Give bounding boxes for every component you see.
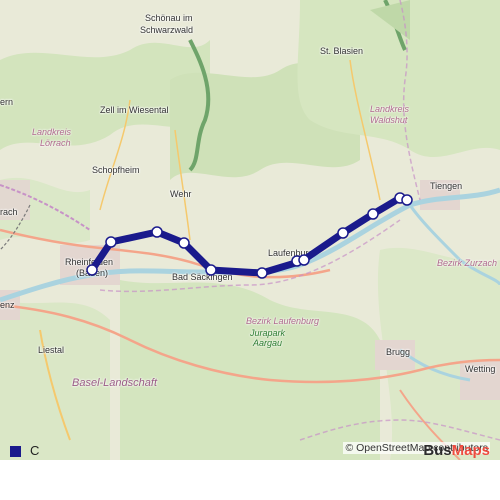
bus-stop[interactable] — [151, 226, 163, 238]
legend-swatch — [10, 446, 21, 457]
footer — [0, 460, 500, 500]
bus-stop[interactable] — [205, 264, 217, 276]
bus-route-layer — [86, 192, 413, 279]
bus-stop[interactable] — [256, 267, 268, 279]
brand-part-bus: Bus — [423, 442, 452, 459]
legend-label: C — [30, 443, 40, 458]
bus-stop[interactable] — [367, 208, 379, 220]
busmaps-logo[interactable]: BusMaps — [423, 442, 490, 459]
map-canvas[interactable]: Schönau im Schwarzwald St. Blasien Zell … — [0, 0, 500, 460]
bus-stop[interactable] — [298, 254, 310, 266]
bus-route-line[interactable] — [88, 194, 411, 277]
bus-stop[interactable] — [86, 264, 98, 276]
brand-part-maps: Maps — [451, 442, 490, 459]
bus-stop[interactable] — [337, 227, 349, 239]
bus-stop[interactable] — [105, 236, 117, 248]
bus-stop[interactable] — [178, 237, 190, 249]
bus-stop[interactable] — [401, 194, 413, 206]
